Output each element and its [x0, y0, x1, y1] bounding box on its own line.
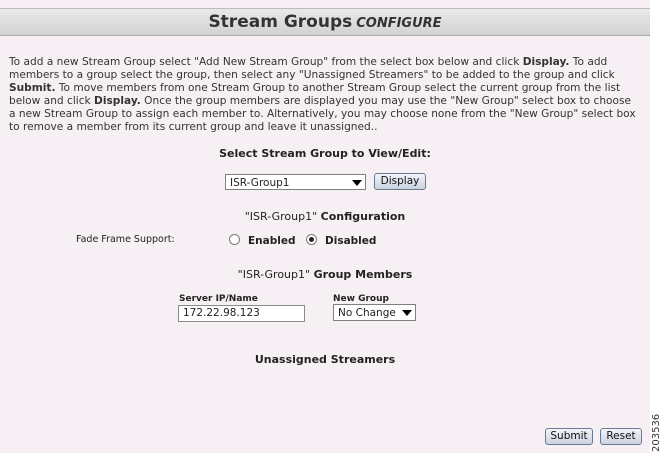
submit-button[interactable]: Submit: [545, 428, 593, 445]
group-members-heading: "ISR-Group1" Group Members: [0, 268, 650, 281]
fade-frame-disabled-radio[interactable]: [306, 234, 317, 245]
instructions-bold: Display.: [94, 94, 141, 107]
fade-frame-support-label: Fade Frame Support:: [76, 234, 175, 245]
page-title-bar: Stream Groups CONFIGURE: [0, 8, 650, 36]
configuration-heading: "ISR-Group1" Configuration: [0, 210, 650, 223]
figure-number-text: 203536: [651, 413, 662, 452]
group-select-label: Select Stream Group to View/Edit:: [219, 147, 431, 160]
fade-frame-enabled-label: Enabled: [248, 235, 296, 247]
instructions-text: To add a new Stream Group select "Add Ne…: [9, 56, 639, 133]
configuration-heading-suffix: Configuration: [320, 210, 406, 223]
stream-group-select[interactable]: ISR-Group1: [225, 174, 366, 190]
unassigned-streamers-title: Unassigned Streamers: [254, 353, 396, 366]
members-group-name: "ISR-Group1": [237, 268, 311, 281]
server-ip-column-label: Server IP/Name: [179, 294, 258, 304]
figure-number: 203536: [651, 400, 663, 452]
instructions-bold: Submit.: [9, 81, 56, 94]
new-group-select[interactable]: No Change: [333, 304, 416, 321]
chevron-down-icon: [352, 180, 362, 186]
fade-frame-enabled-radio[interactable]: [229, 234, 240, 245]
unassigned-streamers-heading: Unassigned Streamers: [0, 353, 650, 366]
new-group-select-value: No Change: [338, 307, 396, 319]
instructions-part: To add a new Stream Group select "Add Ne…: [9, 56, 523, 68]
reset-button[interactable]: Reset: [600, 428, 642, 445]
fade-frame-disabled-label: Disabled: [325, 235, 377, 247]
radio-selected-dot: [309, 237, 314, 242]
chevron-down-icon: [402, 310, 412, 316]
display-button[interactable]: Display: [374, 173, 426, 190]
page-title: Stream Groups: [208, 12, 353, 32]
instructions-bold: Display.: [522, 56, 570, 68]
stream-group-select-value: ISR-Group1: [230, 177, 290, 189]
server-ip-field[interactable]: 172.22.98.123: [178, 305, 305, 322]
configuration-group-name: "ISR-Group1": [244, 210, 318, 223]
page-subtitle: CONFIGURE: [356, 16, 442, 31]
members-heading-suffix: Group Members: [313, 268, 413, 281]
stream-groups-panel: Stream Groups CONFIGURE To add a new Stre…: [0, 0, 650, 453]
new-group-column-label: New Group: [333, 294, 389, 304]
